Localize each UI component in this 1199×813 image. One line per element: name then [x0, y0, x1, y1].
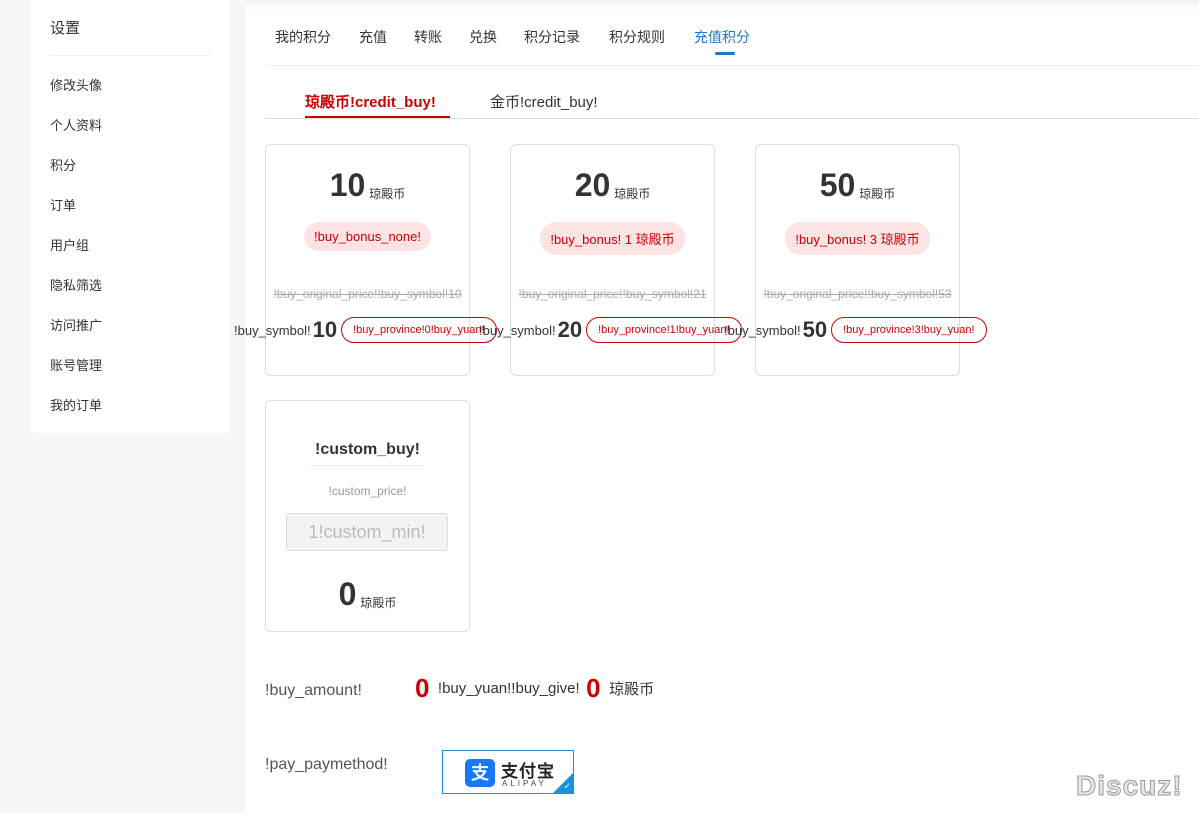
sidebar-item-avatar[interactable]: 修改头像 [50, 75, 102, 94]
discuz-watermark: Discuz! [1076, 770, 1183, 802]
tab-exchange[interactable]: 兑换 [469, 27, 497, 47]
subtab-divider [265, 118, 1199, 119]
price-symbol: !buy_symbol! [234, 322, 311, 338]
sidebar-item-orders[interactable]: 订单 [50, 195, 76, 214]
custom-amount-input[interactable]: 1!custom_min! [286, 513, 448, 551]
sidebar-item-profile[interactable]: 个人资料 [50, 115, 102, 134]
custom-price-label: !custom_price! [328, 484, 407, 498]
alipay-name-en: ALIPAY [502, 779, 547, 788]
package-original-price: !buy_original_price!!buy_symbol!21 [518, 287, 707, 301]
sidebar-title: 设置 [50, 20, 81, 37]
top-shadow [245, 0, 1199, 10]
sidebar-item-promotion[interactable]: 访问推广 [50, 315, 102, 334]
package-price: 10 [312, 317, 338, 342]
tab-buy-credits[interactable]: 充值积分 [694, 27, 750, 47]
package-price: 20 [557, 317, 583, 342]
nav-divider [265, 65, 1199, 66]
sidebar-item-my-orders[interactable]: 我的订单 [50, 395, 102, 414]
sidebar-item-usergroup[interactable]: 用户组 [50, 235, 89, 254]
package-amount: 10 琼殿币 [329, 167, 406, 203]
package-amount: 50 琼殿币 [819, 167, 896, 203]
package-savings-badge: !buy_province!3!buy_yuan! [831, 317, 987, 343]
tab-recharge[interactable]: 充值 [359, 27, 387, 47]
tab-my-credits[interactable]: 我的积分 [275, 27, 331, 47]
package-price-row: !buy_symbol! 50 !buy_province!3!buy_yuan… [724, 317, 987, 343]
subtab-gold-coin[interactable]: 金币!credit_buy! [490, 91, 598, 112]
sidebar-item-account[interactable]: 账号管理 [50, 355, 102, 374]
package-bonus: !buy_bonus! 3 琼殿币 [756, 222, 959, 255]
price-symbol: !buy_symbol! [479, 322, 556, 338]
sidebar-divider [50, 55, 210, 56]
pay-method-label: !pay_paymethod! [265, 756, 388, 773]
alipay-payment-option[interactable]: 支 支付宝 ALIPAY ✓ [442, 750, 574, 794]
tab-transfer[interactable]: 转账 [414, 27, 442, 47]
package-savings-badge: !buy_province!0!buy_yuan! [341, 317, 497, 343]
package-card[interactable]: 20 琼殿币 !buy_bonus! 1 琼殿币 !buy_original_pr… [479, 144, 742, 376]
custom-buy-card[interactable]: !custom_buy! !custom_price! 1!custom_min… [265, 400, 470, 632]
package-original-price: !buy_original_price!!buy_symbol!53 [763, 287, 952, 301]
package-card[interactable]: 10 琼殿币 !buy_bonus_none! !buy_original_pri… [234, 144, 497, 376]
buy-amount-summary: 0 !buy_yuan!!buy_give! 0 琼殿币 [415, 673, 656, 704]
custom-buy-title: !custom_buy! [311, 441, 424, 466]
yuan-give-text: !buy_yuan!!buy_give! [437, 680, 580, 697]
package-bonus: !buy_bonus! 1 琼殿币 [511, 222, 714, 255]
alipay-logo-icon: 支 [465, 759, 495, 787]
package-bonus: !buy_bonus_none! [266, 222, 469, 251]
tab-credit-rules[interactable]: 积分规则 [609, 27, 665, 47]
give-amount-value: 0 [586, 673, 601, 703]
package-original-price: !buy_original_price!!buy_symbol!10 [273, 287, 462, 301]
package-price: 50 [802, 317, 828, 342]
check-icon: ✓ [563, 781, 571, 791]
package-price-row: !buy_symbol! 10 !buy_province!0!buy_yuan… [234, 317, 497, 343]
sidebar-item-privacy[interactable]: 隐私筛选 [50, 275, 102, 294]
subtab-qiongdian-coin[interactable]: 琼殿币!credit_buy! [305, 91, 436, 112]
settings-sidebar: 设置 修改头像 个人资料 积分 订单 用户组 隐私筛选 访问推广 账号管理 我的… [30, 0, 230, 433]
package-card[interactable]: 50 琼殿币 !buy_bonus! 3 琼殿币 !buy_original_pr… [724, 144, 987, 376]
custom-amount: 0 琼殿币 [338, 576, 397, 612]
pay-amount-value: 0 [415, 673, 430, 703]
package-price-row: !buy_symbol! 20 !buy_province!1!buy_yuan… [479, 317, 742, 343]
tab-credit-log[interactable]: 积分记录 [524, 27, 580, 47]
package-amount: 20 琼殿币 [574, 167, 651, 203]
give-unit: 琼殿币 [609, 681, 655, 698]
buy-amount-label: !buy_amount! [265, 682, 362, 699]
package-savings-badge: !buy_province!1!buy_yuan! [586, 317, 742, 343]
price-symbol: !buy_symbol! [724, 322, 801, 338]
sidebar-item-credits[interactable]: 积分 [50, 155, 76, 174]
active-tab-indicator [715, 52, 735, 55]
